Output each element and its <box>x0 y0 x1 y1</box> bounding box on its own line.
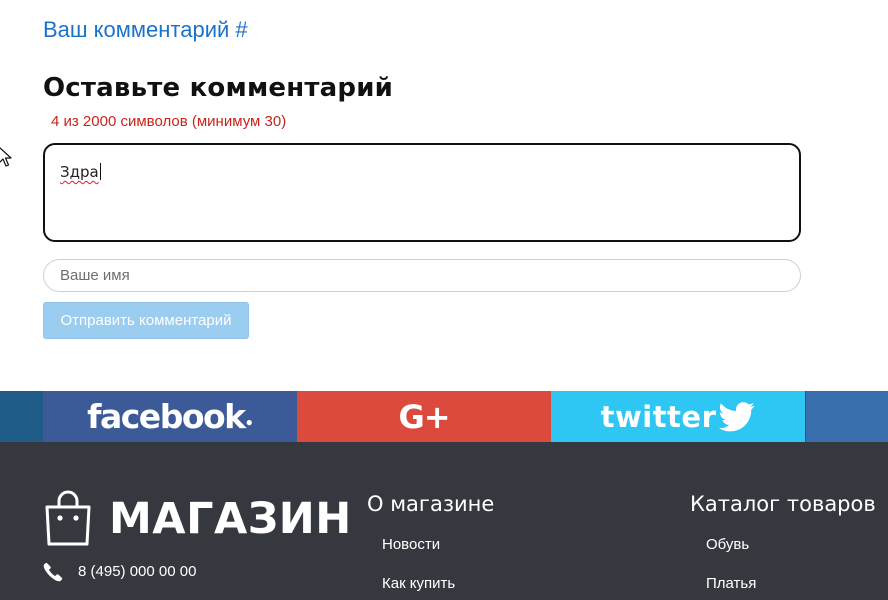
social-strip-edge <box>806 391 888 442</box>
submit-comment-button[interactable]: Отправить комментарий <box>43 302 249 339</box>
mouse-pointer-icon <box>0 147 12 167</box>
twitter-button[interactable]: twitter <box>551 391 805 442</box>
facebook-logo-text: facebook <box>87 397 246 436</box>
reply-link[interactable]: Ваш комментарий # <box>43 17 248 43</box>
facebook-dot: ● <box>245 415 253 429</box>
footer-link-dresses[interactable]: Платья <box>706 575 756 592</box>
text-caret <box>99 163 101 180</box>
facebook-button[interactable]: facebook ● <box>43 391 297 442</box>
footer-logo[interactable]: МАГАЗИН <box>109 494 352 544</box>
footer-link-how-to-buy[interactable]: Как купить <box>382 575 455 592</box>
social-strip: facebook ● G+ twitter <box>0 391 888 442</box>
twitter-bird-icon <box>719 401 755 431</box>
twitter-logo-text: twitter <box>600 399 717 434</box>
footer-link-news[interactable]: Новости <box>382 536 440 553</box>
googleplus-logo-text: G+ <box>398 397 450 436</box>
footer-phone[interactable]: 8 (495) 000 00 00 <box>78 563 196 580</box>
comment-textarea[interactable]: Здра <box>43 143 801 242</box>
name-input[interactable] <box>43 259 801 292</box>
googleplus-button[interactable]: G+ <box>297 391 551 442</box>
form-title: Оставьте комментарий <box>43 73 394 103</box>
phone-icon <box>43 562 63 582</box>
footer-column-title-about: О магазине <box>367 492 495 516</box>
footer-column-title-catalog: Каталог товаров <box>690 492 876 516</box>
shopping-bag-icon <box>45 490 91 546</box>
footer-link-shoes[interactable]: Обувь <box>706 536 749 553</box>
char-counter: 4 из 2000 символов (минимум 30) <box>51 113 287 130</box>
comment-text: Здра <box>60 163 99 181</box>
